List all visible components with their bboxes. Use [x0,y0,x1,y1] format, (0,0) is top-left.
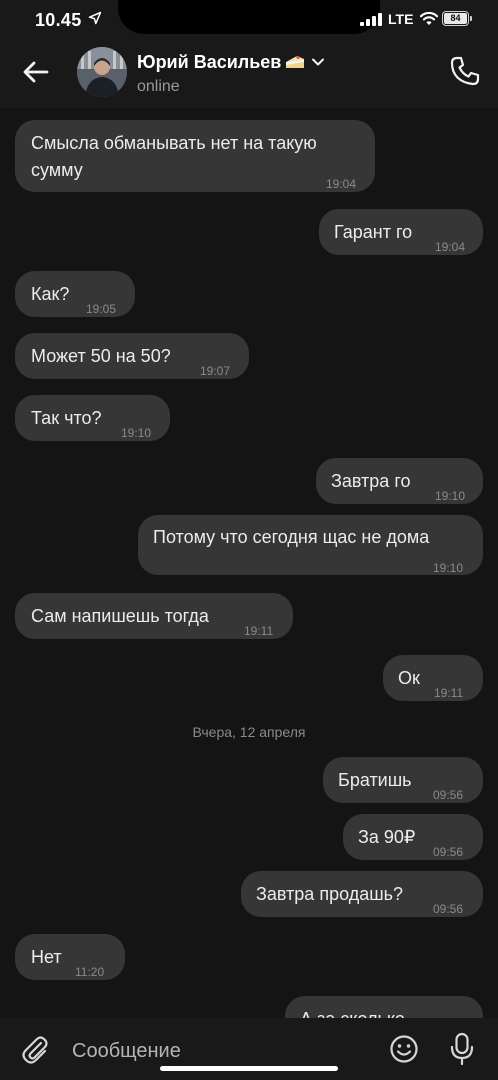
message-text: Ок [398,668,420,688]
message-text: Потому что сегодня щас не дома [153,527,430,547]
cake-emoji-icon [286,55,305,68]
message-incoming[interactable]: Так что? 19:10 [15,395,170,441]
cellular-signal-icon [360,13,382,26]
message-incoming[interactable]: Нет 11:20 [15,934,125,980]
battery-tip [470,16,472,21]
chat-header: Юрий Васильев online [0,38,498,108]
network-type: LTE [388,11,414,27]
avatar-photo [77,47,127,97]
message-text: Так что? [31,408,102,428]
message-text: Как? [31,284,70,304]
message-text: Гарант го [334,222,413,242]
contact-name-text: Юрий Васильев [137,52,282,72]
message-time: 09:56 [433,845,464,859]
message-outgoing[interactable]: Ок 19:11 [383,655,483,701]
chevron-down-icon [312,58,325,66]
status-bar: 10.45 LTE 84 [0,0,498,38]
message-text: Сам напишешь тогда [31,606,209,626]
date-separator: Вчера, 12 апреля [192,724,306,740]
device-notch [118,0,380,34]
message-outgoing[interactable]: Завтра продашь? 09:56 [241,871,483,917]
message-incoming[interactable]: Может 50 на 50? 19:07 [15,333,249,379]
wifi-icon [420,11,438,25]
back-arrow-icon[interactable] [20,56,52,88]
contact-avatar[interactable] [77,47,127,97]
message-time: 19:11 [244,624,274,638]
message-outgoing[interactable]: За 90₽ 09:56 [343,814,483,860]
contact-status: online [137,78,180,95]
message-text: Нет [31,947,62,967]
paperclip-icon[interactable] [20,1034,50,1066]
message-incoming[interactable]: Как? 19:05 [15,271,135,317]
message-text: Может 50 на 50? [31,346,171,366]
emoji-smile-icon[interactable] [389,1034,419,1064]
phone-call-icon[interactable] [448,54,482,88]
message-text: сумму [31,160,83,180]
message-text: Братишь [338,770,412,790]
message-outgoing[interactable]: Завтра го 19:10 [316,458,483,504]
contact-name[interactable]: Юрий Васильев [137,52,325,73]
message-text: Смысла обманывать нет на такую [31,133,317,153]
message-list[interactable]: Смысла обманывать нет на такую сумму 19:… [0,108,498,1018]
message-time: 11:20 [75,965,105,979]
home-indicator[interactable] [160,1066,338,1071]
microphone-icon[interactable] [448,1032,476,1066]
message-time: 19:10 [435,489,466,503]
message-time: 19:05 [86,302,117,316]
message-time: 09:56 [433,788,464,802]
message-time: 19:10 [433,561,464,575]
message-time: 19:11 [434,686,464,700]
message-time: 09:56 [433,902,464,916]
message-time: 19:04 [435,240,466,254]
message-incoming[interactable]: Смысла обманывать нет на такую сумму 19:… [15,120,375,192]
message-outgoing[interactable]: А за сколько [285,996,483,1018]
message-time: 19:04 [326,177,357,191]
message-time: 19:10 [121,426,152,440]
battery-level: 84 [444,13,467,24]
message-text: Завтра го [331,471,411,491]
message-text: А за сколько [300,1006,405,1018]
message-text: За 90₽ [358,827,416,847]
message-input[interactable] [72,1036,372,1066]
battery-icon: 84 [442,11,469,26]
status-time: 10.45 [35,10,82,30]
message-outgoing[interactable]: Братишь 09:56 [323,757,483,803]
message-text: Завтра продашь? [256,884,404,904]
message-outgoing[interactable]: Гарант го 19:04 [319,209,483,255]
message-incoming[interactable]: Сам напишешь тогда 19:11 [15,593,293,639]
message-time: 19:07 [200,364,231,378]
message-outgoing[interactable]: Потому что сегодня щас не дома 19:10 [138,515,483,575]
location-arrow-icon [88,11,102,25]
